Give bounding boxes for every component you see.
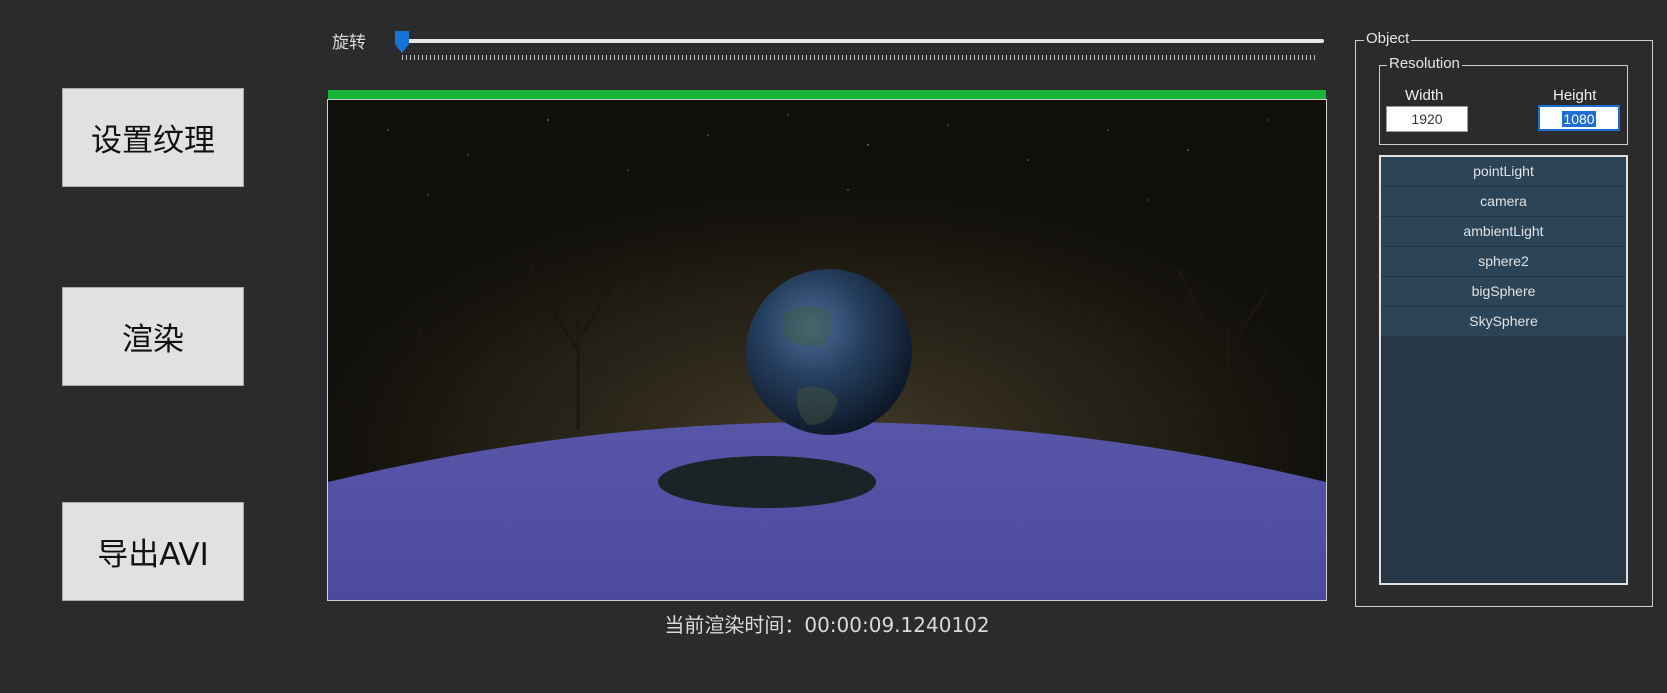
list-item[interactable]: ambientLight: [1381, 217, 1626, 247]
list-item[interactable]: bigSphere: [1381, 277, 1626, 307]
rotation-label: 旋转: [332, 33, 366, 53]
height-input[interactable]: 1080: [1538, 105, 1620, 131]
width-label: Width: [1405, 87, 1444, 104]
object-groupbox-title: Object: [1364, 30, 1412, 47]
resolution-groupbox-title: Resolution: [1387, 55, 1462, 72]
rotation-slider-track[interactable]: [400, 39, 1324, 43]
list-item[interactable]: camera: [1381, 187, 1626, 217]
rotation-slider-ticks: [402, 55, 1317, 60]
height-input-selection: 1080: [1562, 111, 1596, 127]
list-item[interactable]: SkySphere: [1381, 307, 1626, 337]
render-button[interactable]: 渲染: [62, 287, 244, 386]
render-progress-bar: [328, 90, 1326, 99]
sphere-shadow: [658, 456, 876, 508]
export-avi-button[interactable]: 导出AVI: [62, 502, 244, 601]
object-list[interactable]: pointLight camera ambientLight sphere2 b…: [1379, 155, 1628, 585]
width-input[interactable]: 1920: [1386, 106, 1468, 132]
set-texture-button[interactable]: 设置纹理: [62, 88, 244, 187]
render-viewport: [327, 99, 1327, 601]
render-time-label: 当前渲染时间：00:00:09.1240102: [664, 613, 990, 637]
list-item[interactable]: pointLight: [1381, 157, 1626, 187]
rendered-scene: [328, 100, 1326, 600]
height-label: Height: [1553, 87, 1597, 104]
list-item[interactable]: sphere2: [1381, 247, 1626, 277]
rotation-slider-thumb[interactable]: [395, 31, 409, 53]
